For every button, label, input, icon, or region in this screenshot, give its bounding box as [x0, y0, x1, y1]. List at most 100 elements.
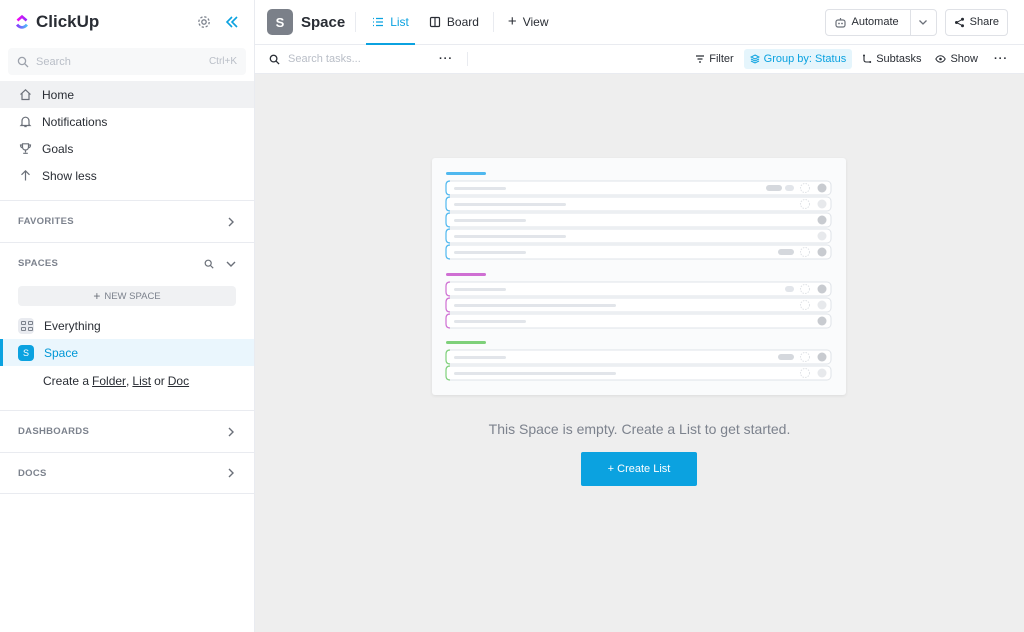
divider — [492, 12, 494, 32]
divider — [467, 52, 468, 66]
filter-button[interactable]: Filter — [691, 49, 737, 69]
sidebar: ClickUp Search Ctrl+K Home Notifications — [0, 0, 255, 632]
illustration-group-2 — [445, 281, 832, 329]
main-content: This Space is empty. Create a List to ge… — [255, 74, 1024, 632]
group-by-label: Group by: Status — [763, 53, 847, 65]
chevron-down-icon[interactable] — [226, 259, 236, 269]
clickup-logo-icon — [16, 14, 28, 29]
home-icon — [18, 88, 32, 102]
tab-list-label: List — [390, 15, 409, 29]
automate-label: Automate — [851, 16, 899, 28]
list-icon — [373, 17, 384, 27]
trophy-icon — [18, 142, 32, 156]
filter-label: Filter — [709, 53, 734, 65]
chevron-right-icon[interactable] — [226, 217, 236, 227]
search-icon — [17, 56, 29, 67]
new-space-button[interactable]: + NEW SPACE — [18, 286, 236, 306]
toolbar: Search tasks... ··· Filter Group by: Sta… — [255, 45, 1024, 74]
dashboards-section[interactable]: DASHBOARDS — [0, 410, 254, 452]
tab-board[interactable]: Board — [419, 0, 489, 45]
divider — [355, 12, 357, 32]
create-doc-link[interactable]: Doc — [168, 374, 189, 388]
filter-icon — [696, 55, 705, 63]
chevron-right-icon[interactable] — [226, 468, 236, 478]
nav-goals-label: Goals — [42, 141, 74, 156]
nav-home-label: Home — [42, 87, 75, 102]
space-item-everything[interactable]: Everything — [0, 312, 254, 339]
spaces-section: SPACES — [0, 242, 254, 284]
docs-section[interactable]: DOCS — [0, 452, 254, 494]
search-shortcut: Ctrl+K — [208, 56, 237, 67]
show-label: Show — [950, 53, 978, 65]
nav-notifications-label: Notifications — [42, 114, 108, 129]
task-search[interactable]: Search tasks... — [269, 53, 439, 65]
favorites-label: FAVORITES — [18, 216, 74, 227]
docs-label: DOCS — [18, 467, 47, 479]
favorites-section[interactable]: FAVORITES — [0, 200, 254, 242]
sidebar-search[interactable]: Search Ctrl+K — [8, 48, 246, 75]
chevron-right-icon[interactable] — [226, 427, 236, 437]
nav-notifications[interactable]: Notifications — [0, 108, 254, 135]
more-options-icon[interactable]: ··· — [439, 53, 453, 65]
app-name: ClickUp — [36, 12, 100, 31]
group-by-button[interactable]: Group by: Status — [743, 49, 853, 69]
illustration-group-1 — [445, 180, 832, 260]
share-icon — [954, 17, 964, 27]
create-hint: Create a Folder, List or Doc — [0, 366, 254, 396]
eye-icon — [935, 55, 947, 63]
empty-state-message: This Space is empty. Create a List to ge… — [488, 421, 791, 437]
grid-icon — [18, 317, 34, 334]
plus-icon: + — [93, 289, 101, 303]
space-label: Space — [44, 345, 79, 360]
nav-goals[interactable]: Goals — [0, 135, 254, 162]
chevron-down-icon[interactable] — [918, 17, 928, 27]
show-button[interactable]: Show — [931, 49, 982, 69]
illustration-group-3 — [445, 349, 832, 381]
arrow-up-icon — [18, 169, 32, 183]
share-button[interactable]: Share — [944, 8, 1008, 36]
create-prefix: Create a — [43, 374, 90, 388]
add-view-button[interactable]: + View — [498, 0, 559, 45]
board-icon — [429, 16, 440, 28]
spaces-label: SPACES — [18, 258, 59, 269]
create-or: or — [154, 374, 165, 388]
tab-board-label: Board — [446, 15, 479, 29]
space-title[interactable]: Space — [301, 14, 345, 31]
space-everything-label: Everything — [44, 318, 101, 333]
robot-icon — [834, 17, 846, 28]
collapse-sidebar-icon[interactable] — [224, 14, 240, 30]
share-label: Share — [969, 16, 999, 28]
create-comma: , — [126, 374, 130, 388]
plus-icon: + — [507, 13, 517, 30]
tab-list[interactable]: List — [366, 0, 415, 45]
add-view-label: View — [522, 15, 549, 29]
create-folder-link[interactable]: Folder — [92, 374, 126, 388]
automate-button[interactable]: Automate — [824, 8, 937, 36]
new-space-label: NEW SPACE — [104, 290, 161, 302]
bell-icon — [18, 115, 32, 129]
empty-state-illustration — [432, 158, 846, 395]
header: S Space List Board + View Automate Share — [255, 0, 1024, 45]
task-search-placeholder: Search tasks... — [288, 53, 361, 65]
list-illustration — [445, 172, 832, 381]
search-icon — [269, 54, 280, 65]
create-list-link[interactable]: List — [132, 374, 151, 388]
create-list-button[interactable]: + Create List — [581, 452, 697, 486]
subtasks-button[interactable]: Subtasks — [858, 49, 925, 69]
nav-home[interactable]: Home — [0, 81, 254, 108]
layers-icon — [749, 54, 760, 64]
sidebar-search-placeholder: Search — [36, 55, 71, 68]
subtasks-icon — [863, 54, 872, 63]
logo-row: ClickUp — [0, 0, 254, 44]
dashboards-label: DASHBOARDS — [18, 426, 90, 437]
space-avatar: S — [18, 344, 34, 361]
search-spaces-icon[interactable] — [204, 259, 214, 269]
logo[interactable]: ClickUp — [14, 12, 99, 32]
more-options-icon[interactable]: ··· — [994, 53, 1008, 65]
nav-show-less[interactable]: Show less — [0, 162, 254, 189]
settings-gear-icon[interactable] — [196, 14, 212, 30]
space-item-space[interactable]: S Space — [0, 339, 254, 366]
nav-show-less-label: Show less — [42, 168, 97, 183]
subtasks-label: Subtasks — [876, 53, 922, 65]
space-avatar-header: S — [267, 9, 293, 35]
